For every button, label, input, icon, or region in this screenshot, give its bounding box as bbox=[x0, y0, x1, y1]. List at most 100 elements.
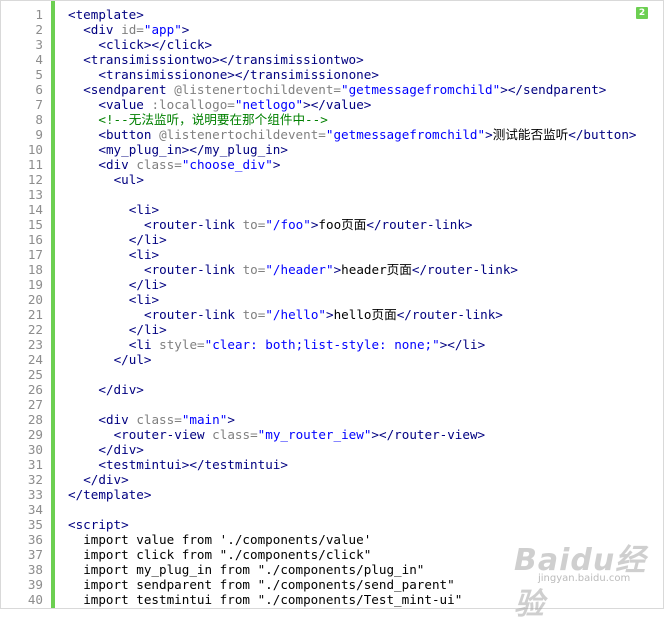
code-line: </div> bbox=[98, 382, 663, 397]
code-token: <!--无法监听，说明要在那个组件中--> bbox=[98, 112, 328, 127]
code-token: <router-link bbox=[144, 307, 243, 322]
code-line: <li> bbox=[129, 247, 663, 262]
code-line: <value :locallogo="netlogo"></value> bbox=[98, 97, 663, 112]
baidu-watermark: Baidu经验 jingyan.baidu.com bbox=[514, 535, 654, 622]
code-token: <sendparent bbox=[83, 82, 175, 97]
line-number: 19 bbox=[27, 277, 43, 292]
code-line: </div> bbox=[98, 442, 663, 457]
code-token: id= bbox=[121, 22, 144, 37]
line-number: 39 bbox=[27, 577, 43, 592]
code-token: <div bbox=[98, 157, 137, 172]
line-number: 4 bbox=[35, 52, 43, 67]
code-line: <my_plug_in></my_plug_in> bbox=[98, 142, 663, 157]
line-number: 33 bbox=[27, 487, 43, 502]
line-number: 25 bbox=[27, 367, 43, 382]
code-token: "app" bbox=[143, 22, 182, 37]
line-number: 15 bbox=[27, 217, 43, 232]
code-token: <my_plug_in></my_plug_in> bbox=[98, 142, 288, 157]
code-token: "choose_div" bbox=[181, 157, 273, 172]
code-token: > bbox=[272, 157, 281, 172]
code-line: <testmintui></testmintui> bbox=[98, 457, 663, 472]
code-line: <li> bbox=[128, 292, 663, 307]
code-line: <ul> bbox=[114, 172, 663, 187]
code-line: </div> bbox=[83, 472, 663, 487]
line-number: 13 bbox=[27, 187, 43, 202]
code-token: to= bbox=[242, 262, 266, 277]
code-token: "getmessagefromchild" bbox=[341, 82, 501, 97]
code-line: </li> bbox=[128, 232, 663, 247]
line-number: 18 bbox=[27, 262, 43, 277]
line-number: 37 bbox=[27, 547, 43, 562]
code-line: </template> bbox=[68, 487, 663, 502]
code-token: hello页面 bbox=[333, 307, 397, 322]
code-line: <div id="app"> bbox=[83, 22, 663, 37]
code-token: <transimissionone></transimissionone> bbox=[98, 67, 379, 82]
code-line: <div class="main"> bbox=[98, 412, 663, 427]
code-token: <value bbox=[98, 97, 152, 112]
line-number: 3 bbox=[35, 37, 43, 52]
code-token: </button> bbox=[568, 127, 637, 142]
code-token: <script> bbox=[68, 517, 129, 532]
code-token: ></value> bbox=[303, 97, 372, 112]
code-line: <click></click> bbox=[98, 37, 663, 52]
code-token: class= bbox=[136, 412, 182, 427]
code-token: "netlogo" bbox=[234, 97, 304, 112]
code-line: <sendparent @listenertochildevent="getme… bbox=[83, 82, 663, 97]
change-count-badge: 2 bbox=[636, 7, 648, 19]
code-token: import value from './components/value' bbox=[83, 532, 372, 547]
code-token: ></router-view> bbox=[371, 427, 486, 442]
line-number: 10 bbox=[27, 142, 43, 157]
line-number: 22 bbox=[27, 322, 43, 337]
code-token: > bbox=[227, 412, 235, 427]
code-token: style= bbox=[159, 337, 205, 352]
code-line: </li> bbox=[129, 277, 663, 292]
code-token: </router-link> bbox=[366, 217, 473, 232]
line-number: 17 bbox=[27, 247, 43, 262]
line-number: 34 bbox=[27, 502, 43, 517]
code-token: "getmessagefromchild" bbox=[325, 127, 486, 142]
code-token: <button bbox=[98, 127, 160, 142]
code-text-area[interactable]: <template> <div id="app"> <click></click> <… bbox=[57, 1, 663, 608]
code-token: <router-link bbox=[144, 217, 243, 232]
line-number: 8 bbox=[35, 112, 43, 127]
line-number: 16 bbox=[27, 232, 43, 247]
line-number: 9 bbox=[35, 127, 43, 142]
code-token: </li> bbox=[128, 322, 167, 337]
code-token: class= bbox=[212, 427, 258, 442]
line-number: 32 bbox=[27, 472, 43, 487]
line-number: 27 bbox=[27, 397, 43, 412]
code-token: </li> bbox=[128, 232, 167, 247]
code-token: to= bbox=[242, 217, 266, 232]
line-number: 38 bbox=[27, 562, 43, 577]
code-token: <li> bbox=[128, 292, 160, 307]
code-token: > bbox=[181, 22, 190, 37]
line-number: 1 bbox=[35, 7, 43, 22]
code-token: <transimissiontwo></transimissiontwo> bbox=[83, 52, 364, 67]
code-line: <router-view class="my_router_iew"></rou… bbox=[113, 427, 663, 442]
code-token: </template> bbox=[68, 487, 152, 502]
line-number: 20 bbox=[27, 292, 43, 307]
code-token: import click from "./components/click" bbox=[83, 547, 372, 562]
code-token: <div bbox=[83, 22, 122, 37]
code-line: </li> bbox=[128, 322, 663, 337]
line-number: 29 bbox=[27, 427, 43, 442]
code-token: <template> bbox=[68, 7, 144, 22]
code-token: <router-view bbox=[113, 427, 213, 442]
code-token: </router-link> bbox=[396, 307, 503, 322]
code-line: <transimissionone></transimissionone> bbox=[98, 67, 663, 82]
code-token: <li> bbox=[128, 202, 160, 217]
line-number: 6 bbox=[35, 82, 43, 97]
line-number-gutter: 1 2 3 4 5 6 7 8 9 10 11 12 13 14 15 16 17 18 19 20 21 22 23 24 2… bbox=[1, 1, 48, 608]
line-number: 2 bbox=[35, 22, 43, 37]
code-token: "main" bbox=[181, 412, 228, 427]
code-editor[interactable]: 1 2 3 4 5 6 7 8 9 10 11 12 13 14 15 16 17 18 19 20 21 22 23 24 2… bbox=[0, 0, 664, 609]
code-token: import my_plug_in from "./components/plu… bbox=[83, 562, 425, 577]
line-number: 12 bbox=[27, 172, 43, 187]
code-token: class= bbox=[136, 157, 182, 172]
line-number: 24 bbox=[27, 352, 43, 367]
line-number: 35 bbox=[27, 517, 43, 532]
line-number: 26 bbox=[27, 382, 43, 397]
code-line: <template> bbox=[68, 7, 663, 22]
